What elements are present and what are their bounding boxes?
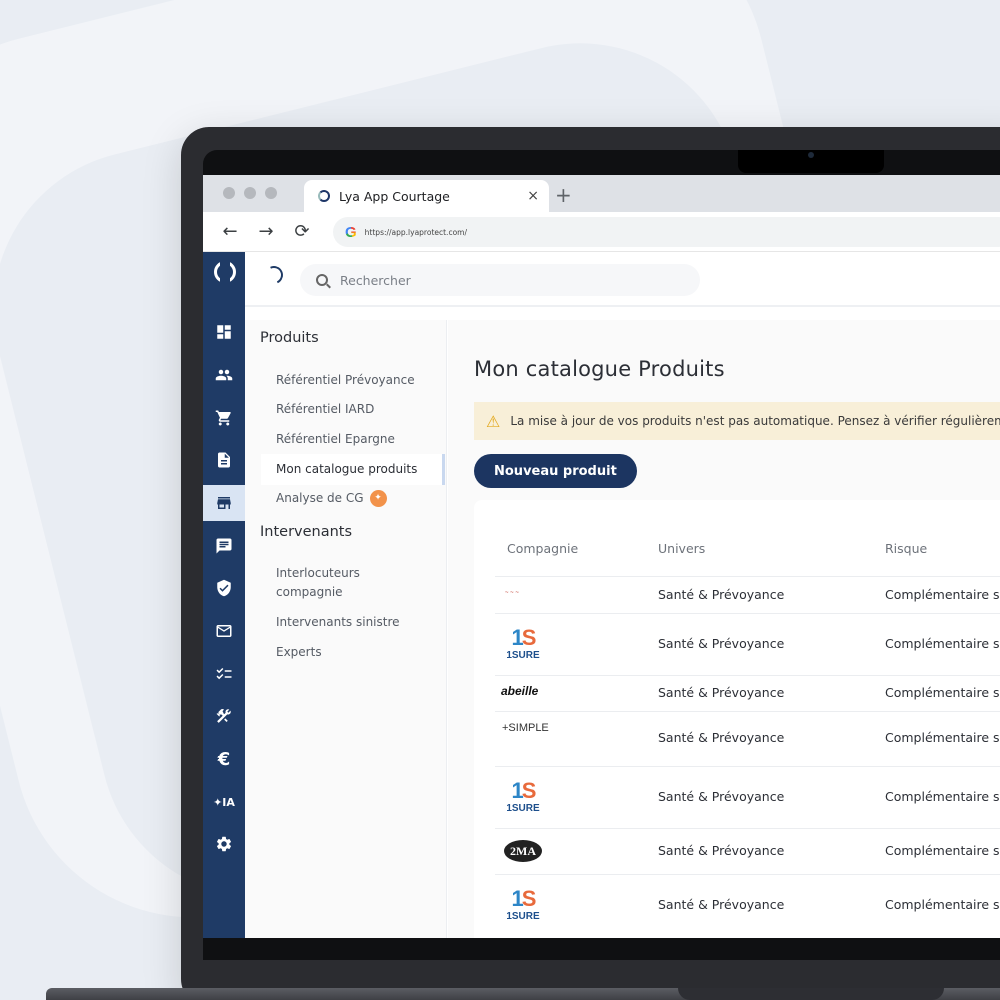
icon-rail: € ✦IA — [203, 252, 245, 938]
company-logo-broken-image: +SIMPLE — [502, 722, 549, 734]
forward-button[interactable]: → — [248, 221, 284, 242]
dashboard-icon[interactable] — [203, 314, 245, 350]
store-icon[interactable] — [203, 485, 245, 521]
cell-univers: Santé & Prévoyance — [658, 730, 785, 745]
maximize-window-dot[interactable] — [265, 187, 277, 199]
cell-risque: Complémentaire santé — [885, 789, 1000, 804]
1sure-mark-icon: 1S — [511, 886, 537, 911]
cell-univers: Santé & Prévoyance — [658, 897, 785, 912]
search-icon — [316, 274, 328, 286]
url-text[interactable]: https://app.lyaprotect.com/ — [365, 228, 467, 237]
tab-title: Lya App Courtage — [339, 188, 450, 204]
cell-univers: Santé & Prévoyance — [658, 789, 785, 804]
cell-risque: Complémentaire santé — [885, 685, 1000, 700]
app-topbar: Rechercher — [245, 252, 1000, 307]
reload-button[interactable]: ⟳ — [284, 221, 320, 242]
browser-tabbar: Lya App Courtage × + — [203, 175, 1000, 212]
table-row[interactable]: abeille Santé & Prévoyance Complémentair… — [495, 675, 1000, 711]
shield-check-icon[interactable] — [203, 570, 245, 606]
subnav-item-intervenants-sinistre[interactable]: Intervenants sinistre — [261, 607, 445, 638]
company-logo: 1S 1SURE — [501, 886, 545, 923]
subnav-item-referentiel-prevoyance[interactable]: Référentiel Prévoyance — [261, 365, 445, 396]
subnav-item-mon-catalogue[interactable]: Mon catalogue produits — [261, 454, 445, 486]
subnav-heading-produits: Produits — [260, 330, 319, 346]
logo-text: 1SURE — [506, 650, 540, 661]
lya-logo-icon[interactable] — [214, 261, 236, 283]
info-alert: ⚠ La mise à jour de vos produits n'est p… — [474, 402, 1000, 440]
app: € ✦IA Rechercher Produits Référentiel Pr… — [203, 252, 1000, 938]
window-controls — [223, 187, 277, 199]
table-row[interactable]: +SIMPLE Santé & Prévoyance Complémentair… — [495, 711, 1000, 766]
company-logo: 1S 1SURE — [501, 778, 545, 815]
column-header-risque[interactable]: Risque — [885, 541, 927, 556]
cell-risque: Complémentaire santé — [885, 636, 1000, 651]
cell-univers: Santé & Prévoyance — [658, 587, 785, 602]
subnav: Produits Référentiel Prévoyance Référent… — [245, 320, 447, 938]
cell-univers: Santé & Prévoyance — [658, 843, 785, 858]
lya-favicon-icon — [318, 190, 330, 202]
table-row[interactable]: 1S 1SURE Santé & Prévoyance Complémentai… — [495, 613, 1000, 675]
minimize-window-dot[interactable] — [244, 187, 256, 199]
subnav-item-experts[interactable]: Experts — [261, 637, 445, 668]
search-placeholder: Rechercher — [340, 272, 411, 288]
camera-icon — [808, 152, 814, 158]
back-button[interactable]: ← — [212, 221, 248, 242]
tab-close-icon[interactable]: × — [527, 188, 539, 204]
products-table: Compagnie Univers Risque ~ ~ ~ Santé & P… — [474, 500, 1000, 938]
new-product-button[interactable]: Nouveau produit — [474, 454, 637, 488]
1sure-mark-icon: 1S — [511, 778, 537, 803]
tools-icon[interactable] — [203, 698, 245, 734]
company-logo: 2MA — [504, 840, 542, 862]
close-window-dot[interactable] — [223, 187, 235, 199]
subnav-heading-intervenants: Intervenants — [260, 524, 353, 540]
table-row[interactable]: 2MA Santé & Prévoyance Complémentaire sa… — [495, 828, 1000, 874]
gear-icon[interactable] — [203, 826, 245, 862]
mail-icon[interactable] — [203, 613, 245, 649]
company-logo: ~ ~ ~ — [505, 590, 519, 596]
warning-icon: ⚠ — [486, 411, 501, 431]
cell-risque: Complémentaire santé — [885, 730, 1000, 745]
alert-text: La mise à jour de vos produits n'est pas… — [510, 414, 1000, 428]
column-header-compagnie[interactable]: Compagnie — [507, 541, 578, 556]
subnav-item-label: Analyse de CG — [276, 491, 364, 505]
checklist-icon[interactable] — [203, 656, 245, 692]
subnav-item-referentiel-iard[interactable]: Référentiel IARD — [261, 394, 445, 425]
logo-text: 1SURE — [506, 911, 540, 922]
new-tab-button[interactable]: + — [555, 183, 572, 207]
cart-icon[interactable] — [203, 400, 245, 436]
subnav-item-referentiel-epargne[interactable]: Référentiel Epargne — [261, 424, 445, 455]
cell-risque: Complémentaire santé — [885, 587, 1000, 602]
company-logo: abeille — [501, 684, 539, 698]
column-header-univers[interactable]: Univers — [658, 541, 705, 556]
cell-univers: Santé & Prévoyance — [658, 685, 785, 700]
search-input[interactable]: Rechercher — [300, 264, 700, 296]
page-title: Mon catalogue Produits — [474, 357, 725, 381]
browser-tab[interactable]: Lya App Courtage × — [304, 180, 549, 212]
laptop-base-notch — [678, 988, 944, 1000]
ai-badge-icon: ✦ — [369, 490, 387, 507]
table-row[interactable]: 1S 1SURE Santé & Prévoyance Complémentai… — [495, 766, 1000, 828]
screen: Lya App Courtage × + ← → ⟳ G https://app… — [203, 175, 1000, 938]
main-content: Mon catalogue Produits ⚠ La mise à jour … — [448, 320, 1000, 938]
company-logo: 1S 1SURE — [501, 625, 545, 662]
cell-risque: Complémentaire santé — [885, 897, 1000, 912]
cell-risque: Complémentaire santé — [885, 843, 1000, 858]
chat-icon[interactable] — [203, 528, 245, 564]
logo-text: 1SURE — [506, 803, 540, 814]
ai-sparkle-icon[interactable]: ✦IA — [203, 784, 245, 820]
loading-spinner-icon — [262, 263, 286, 287]
google-icon: G — [345, 223, 357, 241]
camera-notch — [738, 150, 884, 173]
people-icon[interactable] — [203, 357, 245, 393]
address-bar[interactable]: G https://app.lyaprotect.com/ — [333, 217, 1000, 247]
document-icon[interactable] — [203, 442, 245, 478]
cell-univers: Santé & Prévoyance — [658, 636, 785, 651]
subnav-item-analyse-cg[interactable]: Analyse de CG ✦ — [261, 483, 445, 514]
table-row[interactable]: 1S 1SURE Santé & Prévoyance Complémentai… — [495, 874, 1000, 938]
browser-toolbar: ← → ⟳ G https://app.lyaprotect.com/ — [203, 212, 1000, 252]
table-row[interactable]: ~ ~ ~ Santé & Prévoyance Complémentaire … — [495, 576, 1000, 613]
euro-icon[interactable]: € — [203, 741, 245, 777]
1sure-mark-icon: 1S — [511, 625, 537, 650]
subnav-item-interlocuteurs[interactable]: Interlocuteurs compagnie — [261, 558, 381, 608]
